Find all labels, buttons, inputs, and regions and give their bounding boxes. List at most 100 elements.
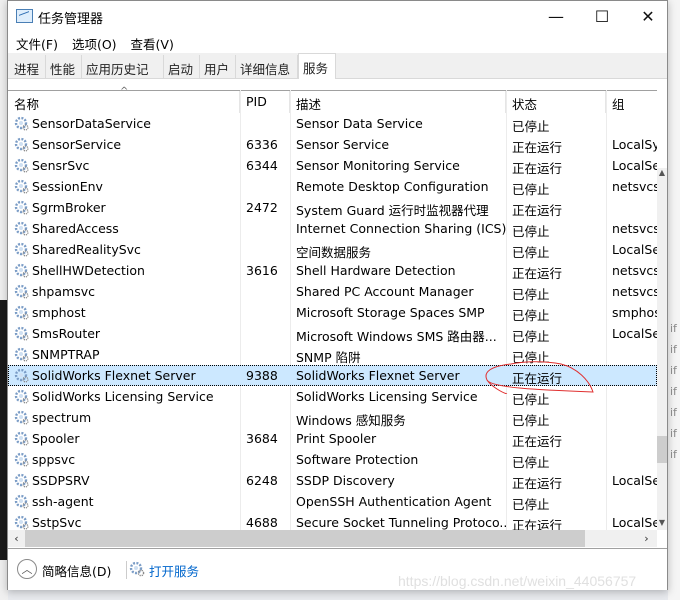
service-row[interactable]: ssh-agent OpenSSH Authentication Agent 已停止 — [8, 491, 657, 512]
service-status: 已停止 — [512, 287, 550, 302]
scroll-down-icon[interactable]: ▼ — [657, 518, 667, 528]
tab-users[interactable]: 用户 — [200, 55, 236, 79]
service-name: Spooler — [32, 431, 80, 446]
service-group: netsvcs — [612, 284, 657, 299]
minimize-button[interactable]: — — [533, 1, 579, 32]
scroll-up-icon[interactable]: ▲ — [657, 168, 667, 178]
window-title: 任务管理器 — [38, 12, 104, 27]
service-gear-icon — [14, 494, 29, 509]
tab-bar: 进程 性能 应用历史记录 启动 用户 详细信息 服务 — [8, 53, 667, 96]
tab-startup[interactable]: 启动 — [164, 55, 200, 79]
vertical-scroll-thumb[interactable] — [657, 436, 667, 463]
service-name: SgrmBroker — [32, 200, 106, 215]
background-text: if — [670, 406, 677, 419]
service-description: Remote Desktop Configuration — [296, 179, 489, 194]
background-text: if — [670, 385, 677, 398]
menu-options[interactable]: 选项(O) — [64, 32, 123, 53]
service-pid: 6336 — [246, 137, 278, 152]
service-gear-icon — [14, 410, 29, 425]
service-description: Sensor Monitoring Service — [296, 158, 460, 173]
services-gear-icon — [129, 561, 145, 577]
service-row[interactable]: SessionEnv Remote Desktop Configuration 已停… — [8, 176, 657, 197]
service-description: Sensor Service — [296, 137, 390, 152]
open-services-link[interactable]: 打开服务 — [149, 561, 199, 580]
fewer-details-button[interactable]: 简略信息(D) — [42, 561, 111, 580]
service-name: SensorDataService — [32, 116, 151, 131]
horizontal-scrollbar[interactable]: ‹ › — [8, 530, 657, 547]
menu-file[interactable]: 文件(F) — [8, 32, 64, 53]
service-name: shpamsvc — [32, 284, 95, 299]
service-row[interactable]: SharedAccess Internet Connection Sharing … — [8, 218, 657, 239]
tab-services[interactable]: 服务 — [298, 53, 336, 80]
service-name: SstpSvc — [32, 515, 82, 530]
service-row[interactable]: ShellHWDetection 3616 Shell Hardware Detec… — [8, 260, 657, 281]
service-row[interactable]: Spooler 3684 Print Spooler 正在运行 — [8, 428, 657, 449]
service-group: LocalSe — [612, 158, 657, 173]
service-description: Windows 感知服务 — [296, 413, 406, 428]
service-group: LocalSy — [612, 137, 657, 152]
service-gear-icon — [14, 389, 29, 404]
title-bar[interactable]: 任务管理器 — ☐ ✕ — [8, 1, 667, 32]
service-description: OpenSSH Authentication Agent — [296, 494, 492, 509]
service-row[interactable]: SmsRouter Microsoft Windows SMS 路由器... 已停止… — [8, 323, 657, 344]
tab-details[interactable]: 详细信息 — [236, 55, 298, 79]
footer-divider — [126, 561, 127, 579]
tab-processes[interactable]: 进程 — [10, 55, 46, 79]
service-name: smphost — [32, 305, 86, 320]
maximize-button[interactable]: ☐ — [579, 1, 625, 32]
service-name: SSDPSRV — [32, 473, 90, 488]
collapse-chevron-icon[interactable]: ︿ — [17, 559, 37, 579]
service-pid: 6248 — [246, 473, 278, 488]
service-group: netsvcs — [612, 263, 657, 278]
service-gear-icon — [14, 326, 29, 341]
scroll-left-icon[interactable]: ‹ — [8, 530, 25, 547]
column-header-pid[interactable]: PID — [240, 91, 290, 113]
background-text: if — [670, 448, 677, 461]
service-row[interactable]: SgrmBroker 2472 System Guard 运行时监视器代理 正在运行 — [8, 197, 657, 218]
service-gear-icon — [14, 221, 29, 236]
service-row[interactable]: SensorService 6336 Sensor Service 正在运行 Local… — [8, 134, 657, 155]
horizontal-scroll-thumb[interactable] — [25, 530, 585, 547]
service-row[interactable]: spectrum Windows 感知服务 已停止 — [8, 407, 657, 428]
service-row[interactable]: SensrSvc 6344 Sensor Monitoring Service 正在运… — [8, 155, 657, 176]
service-status: 已停止 — [512, 182, 550, 197]
service-description: Microsoft Windows SMS 路由器... — [296, 329, 497, 344]
service-status: 正在运行 — [512, 518, 563, 530]
table-header: ^ 名称 PID 描述 状态 组 — [8, 86, 657, 113]
service-row[interactable]: SSDPSRV 6248 SSDP Discovery 正在运行 LocalSe — [8, 470, 657, 491]
service-gear-icon — [14, 137, 29, 152]
service-name: SolidWorks Flexnet Server — [32, 368, 196, 383]
column-header-group[interactable]: 组 — [606, 91, 657, 113]
service-row[interactable]: SstpSvc 4688 Secure Socket Tunneling Proto… — [8, 512, 657, 530]
service-row[interactable]: SensorDataService Sensor Data Service 已停止 — [8, 113, 657, 134]
service-group: LocalSe — [612, 473, 657, 488]
service-gear-icon — [14, 242, 29, 257]
service-status: 已停止 — [512, 413, 550, 428]
service-gear-icon — [14, 305, 29, 320]
scroll-right-icon[interactable]: › — [638, 530, 655, 547]
service-name: spectrum — [32, 410, 92, 425]
service-group: LocalSe — [612, 326, 657, 341]
service-status: 已停止 — [512, 119, 550, 134]
close-button[interactable]: ✕ — [625, 1, 671, 32]
service-row[interactable]: SharedRealitySvc 空间数据服务 已停止 LocalSe — [8, 239, 657, 260]
service-description: Microsoft Storage Spaces SMP — [296, 305, 485, 320]
column-header-status[interactable]: 状态 — [506, 91, 606, 113]
background-text: if — [670, 427, 677, 440]
column-header-description[interactable]: 描述 — [290, 91, 506, 113]
service-name: SolidWorks Licensing Service — [32, 389, 214, 404]
service-row[interactable]: sppsvc Software Protection 已停止 — [8, 449, 657, 470]
service-description: SNMP 陷阱 — [296, 350, 361, 365]
service-row[interactable]: shpamsvc Shared PC Account Manager 已停止 nets… — [8, 281, 657, 302]
menu-view[interactable]: 查看(V) — [123, 32, 180, 53]
tab-performance[interactable]: 性能 — [46, 55, 82, 79]
service-status: 正在运行 — [512, 140, 563, 155]
service-pid: 9388 — [246, 368, 278, 383]
service-description: Print Spooler — [296, 431, 377, 446]
service-row[interactable]: smphost Microsoft Storage Spaces SMP 已停止 sm… — [8, 302, 657, 323]
service-gear-icon — [14, 158, 29, 173]
tab-app-history[interactable]: 应用历史记录 — [82, 55, 164, 96]
service-gear-icon — [14, 473, 29, 488]
column-header-name[interactable]: 名称 — [8, 91, 240, 113]
vertical-scrollbar[interactable]: ▲ ▼ — [657, 168, 667, 530]
